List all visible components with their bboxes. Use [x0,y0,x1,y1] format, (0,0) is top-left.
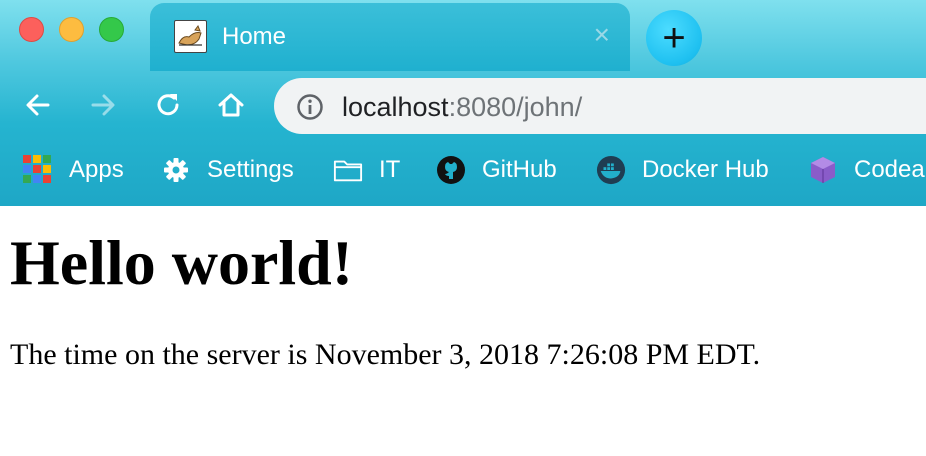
title-bar: Home × + [0,0,926,71]
tomcat-icon [174,20,207,53]
browser-chrome: Home × + localhost:8080/john/ Apps Setti… [0,0,926,206]
docker-icon [596,155,626,185]
bookmark-folder-it[interactable]: IT [333,154,400,186]
back-arrow-icon[interactable] [21,88,55,122]
forward-arrow-icon[interactable] [86,88,120,122]
bookmark-apps[interactable]: Apps [23,154,124,186]
page-heading: Hello world! [10,227,354,298]
url-path: :8080/john/ [448,92,583,122]
codeanywhere-icon [811,157,835,183]
bookmark-github[interactable]: GitHub [436,154,557,186]
home-icon[interactable] [214,88,248,122]
navigation-toolbar: localhost:8080/john/ [0,70,926,142]
gear-icon [164,158,188,182]
plus-icon: + [662,16,686,60]
tab-close-icon[interactable]: × [594,20,610,50]
bookmark-label: GitHub [482,156,557,183]
bookmark-label: IT [379,156,401,183]
bookmarks-bar: Apps Settings IT GitHub Docker Hub Codea [0,142,926,206]
bookmark-label: Apps [69,156,124,183]
bookmark-label: Codea [854,156,925,183]
url-host: localhost [342,92,449,122]
reload-icon[interactable] [151,88,185,122]
bookmark-docker-hub[interactable]: Docker Hub [596,154,769,186]
page-content: Hello world! The time on the server is N… [0,206,926,456]
apps-grid-icon [23,155,53,185]
github-icon [437,156,465,184]
server-time-text: The time on the server is November 3, 20… [10,338,761,371]
folder-icon [333,160,363,182]
minimize-window-button[interactable] [59,17,84,42]
tab-home[interactable]: Home × [150,3,630,71]
bookmark-label: Settings [207,156,294,183]
info-icon[interactable] [296,93,324,121]
maximize-window-button[interactable] [99,17,124,42]
close-window-button[interactable] [19,17,44,42]
url-text[interactable]: localhost:8080/john/ [342,92,582,123]
tab-title: Home [222,23,287,50]
new-tab-button[interactable]: + [646,10,702,66]
bookmark-codeanywhere[interactable]: Codea [808,154,925,186]
address-bar[interactable]: localhost:8080/john/ [274,78,926,134]
bookmark-settings[interactable]: Settings [161,154,294,186]
bookmark-label: Docker Hub [642,156,769,183]
